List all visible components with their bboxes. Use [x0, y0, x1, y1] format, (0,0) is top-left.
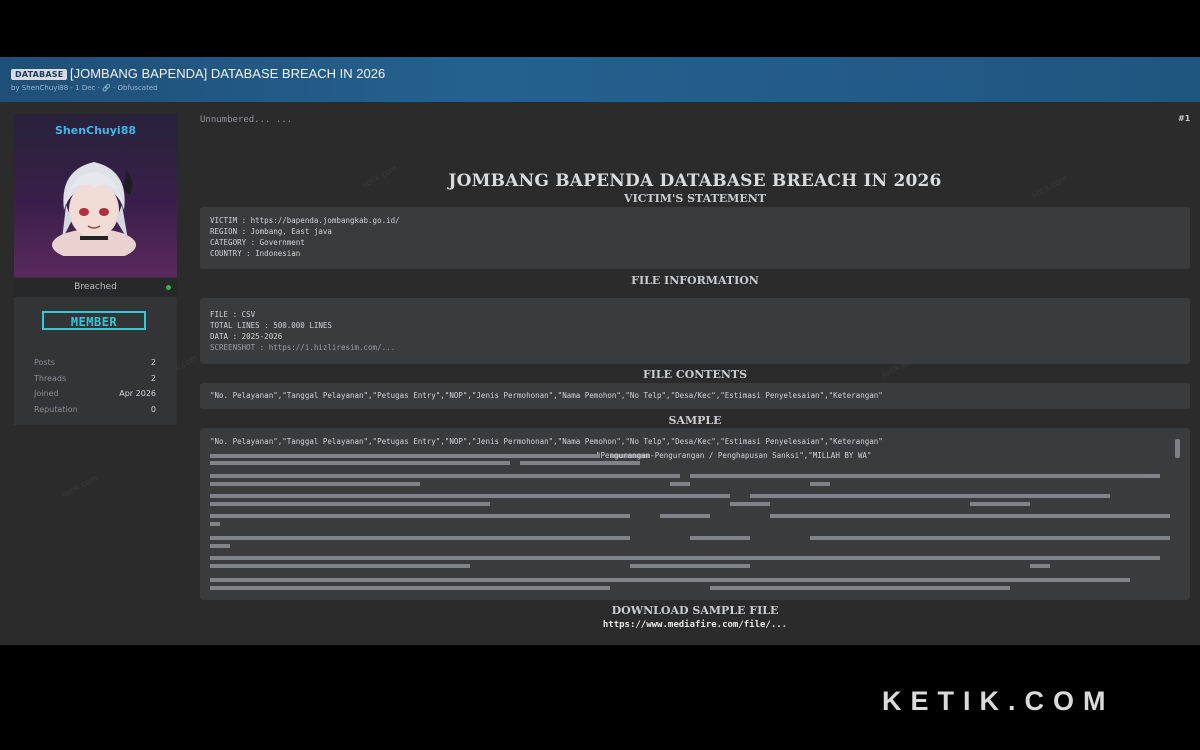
stat-threads: Threads 2 — [34, 374, 156, 383]
data-range: DATA : 2025-2026 — [210, 332, 283, 341]
section-file-contents: FILE CONTENTS — [642, 368, 748, 381]
stat-label: Reputation — [34, 405, 78, 414]
stat-value: 2 — [150, 358, 156, 367]
section-sample: SAMPLE — [668, 414, 722, 427]
stat-joined: Joined Apr 2026 — [34, 389, 156, 398]
victim-region: REGION : Jombang, East java — [210, 227, 332, 236]
site-branding: KETIK.COM — [882, 686, 1115, 716]
stat-label: Joined — [34, 389, 59, 398]
stat-value: Apr 2026 — [119, 389, 156, 398]
victim-box: VICTIM : https://bapenda.jombangkab.go.i… — [200, 207, 1190, 269]
sample-scrollbar[interactable] — [1175, 439, 1180, 458]
thread-title: [JOMBANG BAPENDA] DATABASE BREACH IN 202… — [70, 66, 386, 81]
file-type: FILE : CSV — [210, 310, 256, 319]
stat-posts: Posts 2 — [34, 358, 156, 367]
victim-url: VICTIM : https://bapenda.jombangkab.go.i… — [210, 216, 400, 225]
file-contents-box: "No. Pelayanan","Tanggal Pelayanan","Pet… — [200, 383, 1190, 409]
victim-category: CATEGORY : Government — [210, 238, 305, 247]
download-link[interactable]: https://www.mediafire.com/file/... — [200, 620, 1190, 630]
victim-country: COUNTRY : Indonesian — [210, 249, 301, 258]
section-download: DOWNLOAD SAMPLE FILE — [611, 604, 779, 617]
role-badge: MEMBER — [42, 311, 146, 330]
section-victim: VICTIM'S STATEMENT — [624, 192, 766, 205]
stat-reputation: Reputation 0 — [34, 405, 156, 414]
user-status: Breached — [74, 282, 117, 292]
category-badge[interactable]: DATABASE — [11, 69, 68, 80]
stat-value: 2 — [150, 374, 156, 383]
top-letterbox — [0, 0, 1200, 57]
section-file-info: FILE INFORMATION — [631, 274, 759, 287]
post-title: JOMBANG BAPENDA DATABASE BREACH IN 2026 — [448, 171, 942, 191]
screenshot-link[interactable]: SCREENSHOT : https://i.hizliresim.com/..… — [210, 342, 395, 354]
sample-header-row: "No. Pelayanan","Tanggal Pelayanan","Pet… — [210, 437, 883, 446]
sample-box[interactable]: "No. Pelayanan","Tanggal Pelayanan","Pet… — [200, 428, 1190, 600]
column-list: "No. Pelayanan","Tanggal Pelayanan","Pet… — [210, 391, 883, 400]
stat-label: Threads — [34, 374, 67, 383]
post-date: Unnumbered... ... — [200, 115, 293, 125]
blurred-sample-rows — [210, 454, 1170, 590]
sample-visible-values: "Pengurangan-Pengurangan / Penghapusan S… — [596, 451, 872, 460]
post-number-link[interactable]: #1 — [1178, 114, 1190, 123]
online-indicator — [166, 285, 171, 290]
username-link[interactable]: ShenChuyi88 — [14, 124, 177, 137]
avatar[interactable] — [44, 150, 144, 256]
total-lines: TOTAL LINES : 500.000 LINES — [210, 321, 332, 330]
thread-meta: by ShenChuyi88 - 1 Dec · 🔗 · Obfuscated — [11, 84, 158, 92]
file-info-box: FILE : CSV TOTAL LINES : 500.000 LINES D… — [200, 298, 1190, 364]
watermark: ketik.com — [60, 473, 99, 500]
stat-value: 0 — [150, 405, 156, 414]
stat-label: Posts — [34, 358, 55, 367]
